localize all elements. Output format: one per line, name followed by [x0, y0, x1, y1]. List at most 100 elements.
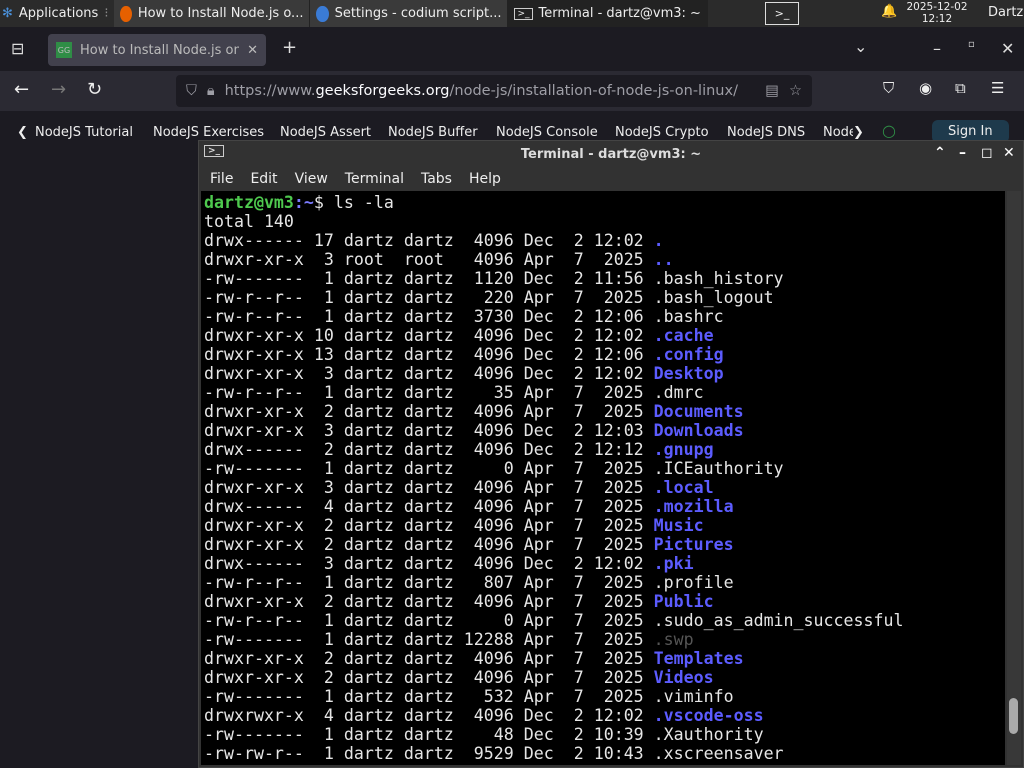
group: dartz: [403, 364, 454, 383]
terminal-scrollbar[interactable]: [1007, 191, 1021, 765]
scrollbar-thumb[interactable]: [1009, 698, 1018, 735]
day: 2: [563, 421, 584, 440]
lock-icon[interactable]: 🔒︎: [207, 83, 215, 99]
shade-icon[interactable]: ⌃: [934, 145, 946, 161]
navigation-toolbar: ← → ↻ ⛉ 🔒︎ https://www.geeksforgeeks.org…: [0, 71, 1024, 111]
month: Apr: [523, 497, 554, 516]
url-bar[interactable]: ⛉ 🔒︎ https://www.geeksforgeeks.org/node-…: [176, 75, 812, 107]
close-window-icon[interactable]: ✕: [1001, 39, 1014, 58]
menu-help[interactable]: Help: [468, 171, 507, 187]
user-menu[interactable]: Dartz: [988, 5, 1023, 20]
time: 2025: [593, 516, 644, 535]
terminal-menubar: File Edit View Terminal Tabs Help: [199, 167, 1023, 191]
file-name: Pictures: [653, 535, 734, 554]
time: 2025: [593, 611, 644, 630]
taskbar-window-codium[interactable]: Settings - codium script...: [310, 0, 509, 27]
forward-icon[interactable]: →: [51, 79, 66, 100]
permissions: -rw-r--r--: [204, 611, 304, 630]
menu-edit[interactable]: Edit: [249, 171, 283, 187]
file-name: .bash_history: [653, 269, 784, 288]
permissions: drwxr-xr-x: [204, 345, 304, 364]
xfce-logo-icon: ✻: [2, 6, 13, 21]
gfg-favicon-icon: GG: [56, 42, 72, 58]
separator-icon: ⁝: [104, 6, 109, 21]
owner: dartz: [343, 535, 394, 554]
tracking-shield-icon[interactable]: ⛉: [186, 83, 197, 99]
taskbar-window-terminal[interactable]: >_ Terminal - dartz@vm3: ~: [508, 0, 709, 27]
list-tabs-icon[interactable]: ⌄: [854, 37, 867, 56]
group: dartz: [403, 269, 454, 288]
nav-link[interactable]: Node: [823, 125, 853, 140]
menu-file[interactable]: File: [209, 171, 239, 187]
month: Dec: [523, 326, 554, 345]
new-tab-button[interactable]: +: [282, 37, 297, 58]
notification-bell-icon[interactable]: 🔔: [881, 4, 897, 19]
menu-terminal[interactable]: Terminal: [344, 171, 410, 187]
clock-date: 2025-12-02: [906, 1, 968, 13]
size: 1120: [463, 269, 514, 288]
nav-link[interactable]: NodeJS Assert: [280, 125, 371, 140]
listing-row: drwxr-xr-x 2 dartz dartz 4096 Apr 7 2025…: [204, 668, 1005, 687]
day: 7: [563, 288, 584, 307]
reload-icon[interactable]: ↻: [87, 79, 102, 100]
minimize-icon[interactable]: –: [959, 145, 966, 161]
bookmark-star-icon[interactable]: ☆: [789, 83, 802, 99]
maximize-icon[interactable]: ◻: [981, 145, 993, 161]
time: 12:02: [593, 231, 644, 250]
workspace-switcher[interactable]: >_: [765, 2, 799, 25]
nav-link[interactable]: NodeJS Console: [496, 125, 598, 140]
permissions: drwxr-xr-x: [204, 250, 304, 269]
minimize-window-icon[interactable]: –: [933, 39, 941, 58]
taskbar-window-firefox[interactable]: How to Install Node.js o...: [114, 0, 311, 27]
permissions: drwxr-xr-x: [204, 592, 304, 611]
month: Dec: [523, 440, 554, 459]
nav-link[interactable]: NodeJS Exercises: [153, 125, 264, 140]
group: dartz: [403, 516, 454, 535]
nav-link[interactable]: NodeJS Tutorial: [35, 125, 133, 140]
close-icon[interactable]: ✕: [1003, 145, 1015, 161]
listing-row: drwxr-xr-x 2 dartz dartz 4096 Apr 7 2025…: [204, 516, 1005, 535]
extensions-icon[interactable]: ⧉: [955, 79, 966, 97]
group: dartz: [403, 554, 454, 573]
reader-view-icon[interactable]: ▤: [765, 83, 779, 99]
owner: dartz: [343, 725, 394, 744]
applications-menu[interactable]: ✻ Applications ⁝: [0, 0, 114, 27]
nav-link[interactable]: NodeJS Buffer: [388, 125, 478, 140]
time: 12:06: [593, 307, 644, 326]
file-name: .viminfo: [653, 687, 734, 706]
terminal-output[interactable]: dartz@vm3:~$ ls -la total 140 drwx------…: [201, 191, 1005, 765]
group: dartz: [403, 649, 454, 668]
menu-icon[interactable]: ☰: [991, 79, 1004, 97]
nav-link[interactable]: NodeJS Crypto: [615, 125, 709, 140]
terminal-titlebar[interactable]: >_ Terminal - dartz@vm3: ~ ⌃ – ◻ ✕: [199, 141, 1023, 167]
account-icon[interactable]: ◉: [919, 79, 932, 97]
clock[interactable]: 2025-12-02 12:12: [906, 1, 968, 25]
menu-view[interactable]: View: [294, 171, 334, 187]
size: 4096: [463, 554, 514, 573]
back-icon[interactable]: ←: [14, 79, 29, 100]
browser-tab-active[interactable]: GG How to Install Node.js on ✕: [48, 34, 266, 66]
maximize-window-icon[interactable]: ▫: [968, 39, 975, 50]
link-count: 4: [313, 706, 334, 725]
close-tab-icon[interactable]: ✕: [247, 43, 258, 58]
search-icon[interactable]: ○: [882, 121, 896, 140]
window-label: Settings - codium script...: [334, 6, 502, 21]
size: 4096: [463, 364, 514, 383]
owner: dartz: [343, 421, 394, 440]
day: 2: [563, 364, 584, 383]
month: Apr: [523, 668, 554, 687]
menu-tabs[interactable]: Tabs: [420, 171, 458, 187]
nav-next-icon[interactable]: ❯: [853, 125, 864, 140]
pocket-icon[interactable]: ⛉: [883, 79, 894, 97]
tab-overview-icon[interactable]: ⊟: [11, 39, 24, 58]
day: 7: [563, 592, 584, 611]
permissions: drwx------: [204, 554, 304, 573]
total-line: total 140: [204, 212, 294, 231]
group: dartz: [403, 459, 454, 478]
owner: dartz: [343, 611, 394, 630]
listing: drwx------ 17 dartz dartz 4096 Dec 2 12:…: [204, 231, 1005, 763]
day: 2: [563, 440, 584, 459]
nav-link[interactable]: NodeJS DNS: [727, 125, 805, 140]
nav-prev-icon[interactable]: ❮: [17, 125, 28, 140]
permissions: drwxr-xr-x: [204, 649, 304, 668]
